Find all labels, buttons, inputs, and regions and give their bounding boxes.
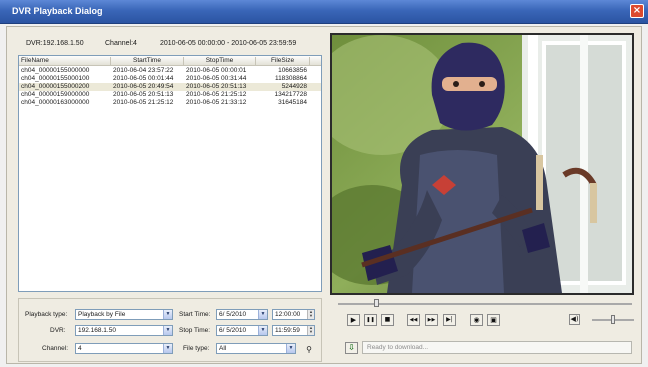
- column-filename[interactable]: FileName: [21, 57, 111, 66]
- spinner-arrows-icon[interactable]: ▲ ▼: [307, 326, 314, 335]
- table-cell: 2010-06-05 00:01:44: [113, 75, 174, 82]
- step-button[interactable]: ▶|: [443, 314, 456, 326]
- dvr-select[interactable]: 192.168.1.50 ▼: [75, 325, 173, 336]
- dvr-label: DVR:: [50, 327, 66, 334]
- column-start-time[interactable]: StartTime: [111, 57, 184, 66]
- start-date-picker[interactable]: 6/ 5/2010 ▼: [216, 309, 268, 320]
- start-time-label: Start Time:: [179, 311, 211, 318]
- volume-slider-thumb[interactable]: [611, 315, 615, 324]
- table-row[interactable]: ch04_00000155000200 2010-06-05 20:49:54 20…: [19, 83, 321, 91]
- slow-button[interactable]: ◀◀: [407, 314, 420, 326]
- playback-type-value: Playback by File: [78, 311, 126, 318]
- table-cell: 5244928: [281, 83, 307, 90]
- dvr-address-text: DVR:192.168.1.50: [26, 40, 84, 47]
- column-file-size[interactable]: FileSize: [256, 57, 310, 66]
- table-cell: 2010-06-05 20:51:13: [186, 83, 247, 90]
- table-cell: 2010-06-05 00:00:01: [186, 67, 247, 74]
- table-cell: 118308864: [274, 75, 307, 82]
- table-row[interactable]: ch04_00000159000000 2010-06-05 20:51:13 20…: [19, 91, 321, 99]
- file-list-header: FileName StartTime StopTime FileSize: [19, 56, 321, 66]
- window-title: DVR Playback Dialog: [12, 6, 103, 16]
- video-frame-image: [332, 35, 632, 293]
- stop-time-spinner[interactable]: 11:59:59 ▲ ▼: [272, 325, 315, 336]
- playback-type-label: Playback type:: [25, 311, 68, 318]
- table-row[interactable]: ch04_00000155000000 2010-06-04 23:57:22 20…: [19, 67, 321, 75]
- table-cell: 31645184: [278, 99, 307, 106]
- seek-bar-thumb[interactable]: [374, 299, 380, 307]
- stop-date-value: 6/ 5/2010: [219, 327, 247, 334]
- table-cell: 134217728: [274, 91, 307, 98]
- download-button[interactable]: ⇩: [345, 342, 358, 354]
- table-cell: ch04_00000155000000: [21, 67, 90, 74]
- stop-button[interactable]: ■: [381, 314, 394, 326]
- table-cell: 2010-06-05 21:25:12: [113, 99, 174, 106]
- start-time-spinner[interactable]: 12:00:00 ▲ ▼: [272, 309, 315, 320]
- table-cell: 2010-06-05 21:33:12: [186, 99, 247, 106]
- channel-text: Channel:4: [105, 40, 137, 47]
- table-cell: 10663856: [278, 67, 307, 74]
- playback-type-select[interactable]: Playback by File ▼: [75, 309, 173, 320]
- chevron-down-icon[interactable]: ▼: [163, 310, 172, 319]
- close-button[interactable]: ×: [630, 4, 644, 18]
- fast-button[interactable]: ▶▶: [425, 314, 438, 326]
- channel-value: 4: [78, 345, 82, 352]
- stop-date-picker[interactable]: 6/ 5/2010 ▼: [216, 325, 268, 336]
- title-bar: DVR Playback Dialog ×: [0, 0, 648, 24]
- save-button[interactable]: ▣: [487, 314, 500, 326]
- pause-button[interactable]: ❚❚: [364, 314, 377, 326]
- file-list[interactable]: FileName StartTime StopTime FileSize ch0…: [18, 55, 322, 292]
- table-cell: 2010-06-04 23:57:22: [113, 67, 174, 74]
- file-type-label: File type:: [183, 345, 210, 352]
- play-button[interactable]: ▶: [347, 314, 360, 326]
- volume-icon[interactable]: ◀): [569, 314, 580, 325]
- chevron-down-icon[interactable]: ▼: [258, 310, 267, 319]
- table-cell: ch04_00000155000200: [21, 83, 90, 90]
- table-cell: 2010-06-05 20:51:13: [113, 91, 174, 98]
- download-status: Ready to download...: [362, 341, 632, 354]
- file-type-select[interactable]: All ▼: [216, 343, 296, 354]
- spinner-arrows-icon[interactable]: ▲ ▼: [307, 310, 314, 319]
- table-cell: 2010-06-05 00:31:44: [186, 75, 247, 82]
- time-range-text: 2010-06-05 00:00:00 - 2010-06-05 23:59:5…: [160, 40, 297, 47]
- start-time-value: 12:00:00: [275, 311, 301, 318]
- chevron-down-icon[interactable]: ▼: [163, 326, 172, 335]
- chevron-down-icon[interactable]: ▼: [258, 326, 267, 335]
- stop-time-value: 11:59:59: [275, 327, 300, 334]
- seek-bar[interactable]: [338, 303, 632, 305]
- start-date-value: 6/ 5/2010: [219, 311, 247, 318]
- search-binoculars-button[interactable]: ⚲: [303, 344, 315, 355]
- table-cell: 2010-06-05 20:49:54: [113, 83, 174, 90]
- table-row[interactable]: ch04_00000163000000 2010-06-05 21:25:12 20…: [19, 99, 321, 107]
- channel-select[interactable]: 4 ▼: [75, 343, 173, 354]
- table-cell: ch04_00000155000100: [21, 75, 90, 82]
- file-type-value: All: [219, 345, 227, 352]
- channel-label: Channel:: [42, 345, 69, 352]
- video-preview: [330, 33, 634, 295]
- column-stop-time[interactable]: StopTime: [184, 57, 256, 66]
- chevron-down-icon[interactable]: ▼: [286, 344, 295, 353]
- chevron-down-icon[interactable]: ▼: [163, 344, 172, 353]
- dvr-value: 192.168.1.50: [78, 327, 116, 334]
- stop-time-label: Stop Time:: [179, 327, 211, 334]
- capture-button[interactable]: ◉: [470, 314, 483, 326]
- table-cell: 2010-06-05 21:25:12: [186, 91, 247, 98]
- table-cell: ch04_00000159000000: [21, 91, 90, 98]
- table-row[interactable]: ch04_00000155000100 2010-06-05 00:01:44 20…: [19, 75, 321, 83]
- table-cell: ch04_00000163000000: [21, 99, 90, 106]
